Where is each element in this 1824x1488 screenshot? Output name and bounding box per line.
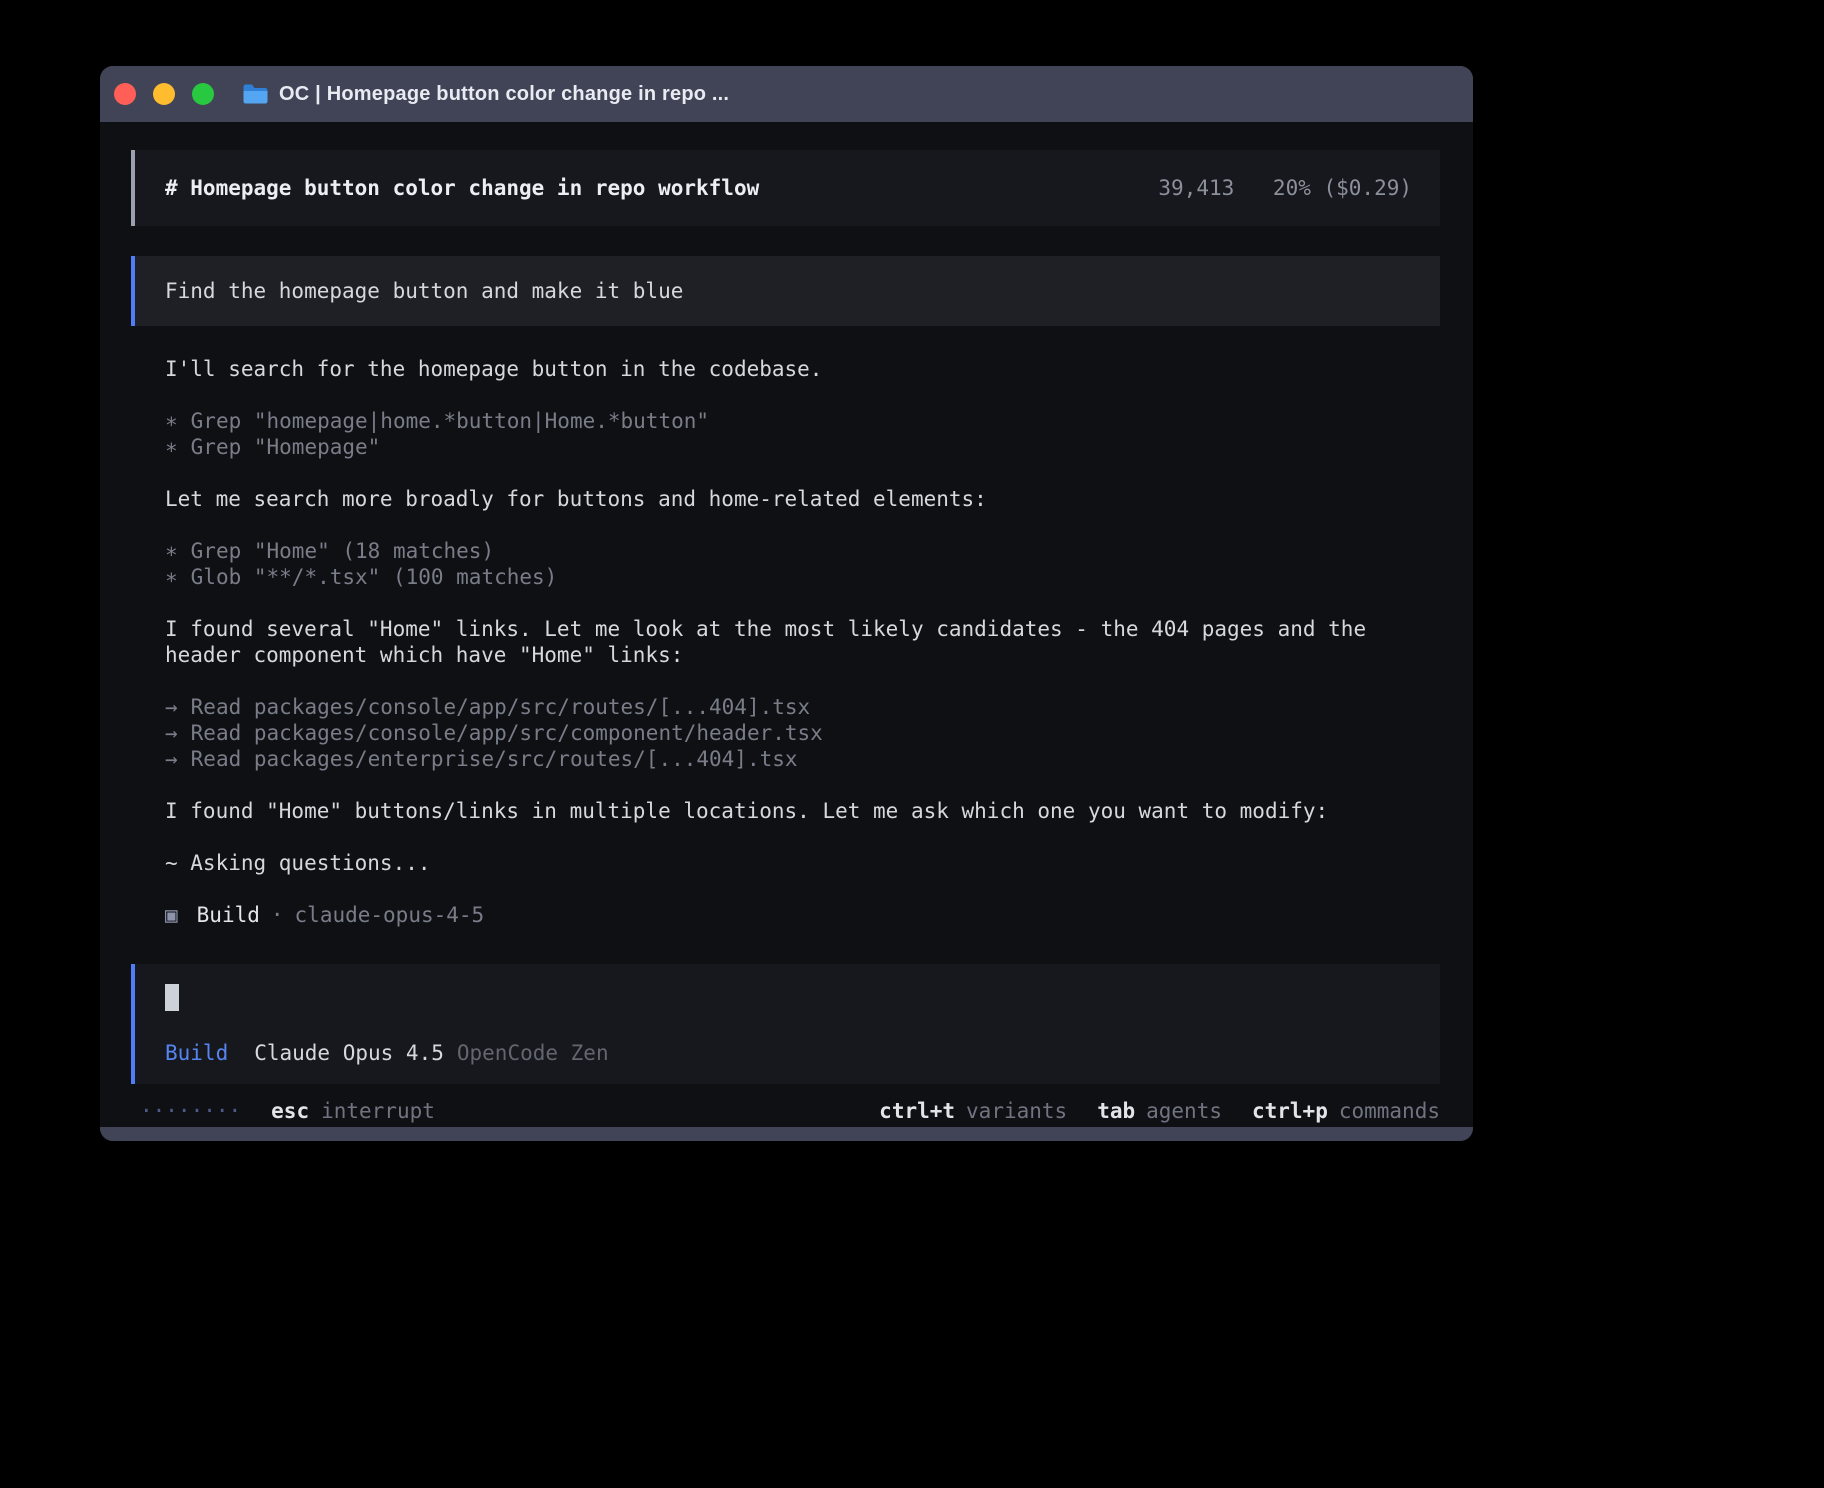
tool-call-read: → Read packages/enterprise/src/routes/[..… xyxy=(165,746,1376,772)
titlebar: OC | Homepage button color change in rep… xyxy=(100,66,1473,122)
assistant-paragraph: Let me search more broadly for buttons a… xyxy=(165,486,1376,512)
shortcut-key: ctrl+t xyxy=(879,1099,955,1123)
provider-label: OpenCode Zen xyxy=(457,1040,609,1066)
token-count: 39,413 xyxy=(1158,176,1234,200)
session-title: # Homepage button color change in repo w… xyxy=(165,175,759,201)
assistant-paragraph: I'll search for the homepage button in t… xyxy=(165,356,1376,382)
window-bottom-edge xyxy=(100,1127,1473,1141)
terminal-window: OC | Homepage button color change in rep… xyxy=(100,66,1473,1141)
shortcut-label: variants xyxy=(966,1099,1067,1123)
mode-label: Build xyxy=(165,1040,228,1066)
tool-call-text: Read packages/console/app/src/component/… xyxy=(191,721,823,745)
tool-call-grep: ∗ Grep "Homepage" xyxy=(165,434,1376,460)
tool-call-text: Grep "Homepage" xyxy=(191,435,381,459)
status-bar: ········ esc interrupt ctrl+t variants ta… xyxy=(131,1098,1440,1124)
tool-call-glob: ∗ Glob "**/*.tsx" (100 matches) xyxy=(165,564,1376,590)
assistant-paragraph: I found "Home" buttons/links in multiple… xyxy=(165,798,1376,824)
tool-asterisk-icon: ∗ xyxy=(165,409,178,433)
shortcut-key: tab xyxy=(1097,1099,1135,1123)
session-header: # Homepage button color change in repo w… xyxy=(131,150,1440,226)
assistant-text: Let me search more broadly for buttons a… xyxy=(165,486,1376,512)
agent-model: claude-opus-4-5 xyxy=(295,902,485,928)
tool-call-text: Glob "**/*.tsx" (100 matches) xyxy=(191,565,558,589)
shortcut-key: ctrl+p xyxy=(1252,1099,1328,1123)
shortcut-label: agents xyxy=(1146,1099,1222,1123)
window-controls xyxy=(114,83,214,105)
status-line: ~ Asking questions... xyxy=(165,850,1376,876)
arrow-right-icon: → xyxy=(165,695,178,719)
tool-call-group: → Read packages/console/app/src/routes/[.… xyxy=(165,694,1376,772)
prompt-input[interactable]: Build Claude Opus 4.5 OpenCode Zen xyxy=(131,964,1440,1084)
shortcut-agents: tab agents xyxy=(1097,1098,1222,1124)
agent-name: Build xyxy=(197,902,260,928)
spinner-dots: ········ xyxy=(140,1098,241,1124)
tool-call-text: Grep "Home" (18 matches) xyxy=(191,539,494,563)
tool-call-group: ∗ Grep "homepage|home.*button|Home.*butto… xyxy=(165,408,1376,460)
esc-key-hint: esc xyxy=(271,1098,309,1124)
shortcut-commands: ctrl+p commands xyxy=(1252,1098,1440,1124)
text-cursor xyxy=(165,984,179,1011)
tool-call-text: Read packages/enterprise/src/routes/[...… xyxy=(191,747,798,771)
tool-asterisk-icon: ∗ xyxy=(165,435,178,459)
tool-call-read: → Read packages/console/app/src/routes/[.… xyxy=(165,694,1376,720)
status-bar-left: ········ esc interrupt xyxy=(140,1098,435,1124)
window-title: OC | Homepage button color change in rep… xyxy=(279,83,729,106)
tool-call-read: → Read packages/console/app/src/component… xyxy=(165,720,1376,746)
asking-questions-status: ~ Asking questions... xyxy=(165,850,1376,876)
user-message: Find the homepage button and make it blu… xyxy=(131,256,1440,326)
zoom-button[interactable] xyxy=(192,83,214,105)
shortcut-variants: ctrl+t variants xyxy=(879,1098,1067,1124)
tool-asterisk-icon: ∗ xyxy=(165,539,178,563)
terminal-content: # Homepage button color change in repo w… xyxy=(100,122,1473,1127)
status-bar-right: ctrl+t variants tab agents ctrl+p commands xyxy=(879,1098,1440,1124)
tool-call-grep: ∗ Grep "Home" (18 matches) xyxy=(165,538,1376,564)
assistant-text: I found several "Home" links. Let me loo… xyxy=(165,616,1376,668)
separator-dot: · xyxy=(271,902,284,928)
folder-icon xyxy=(242,83,269,105)
input-meta-row: Build Claude Opus 4.5 OpenCode Zen xyxy=(165,1040,1412,1066)
assistant-text: I found "Home" buttons/links in multiple… xyxy=(165,798,1376,824)
agent-square-icon: ▣ xyxy=(165,902,178,928)
tool-call-text: Grep "homepage|home.*button|Home.*button… xyxy=(191,409,709,433)
arrow-right-icon: → xyxy=(165,747,178,771)
close-button[interactable] xyxy=(114,83,136,105)
esc-action-label: interrupt xyxy=(321,1098,435,1124)
model-label: Claude Opus 4.5 xyxy=(254,1040,444,1066)
assistant-response: I'll search for the homepage button in t… xyxy=(131,356,1440,928)
assistant-paragraph: I found several "Home" links. Let me loo… xyxy=(165,616,1376,668)
arrow-right-icon: → xyxy=(165,721,178,745)
assistant-text: I'll search for the homepage button in t… xyxy=(165,356,1376,382)
minimize-button[interactable] xyxy=(153,83,175,105)
tool-asterisk-icon: ∗ xyxy=(165,565,178,589)
tool-call-text: Read packages/console/app/src/routes/[..… xyxy=(191,695,811,719)
user-message-text: Find the homepage button and make it blu… xyxy=(165,278,683,304)
tool-call-group: ∗ Grep "Home" (18 matches) ∗ Glob "**/*.ts… xyxy=(165,538,1376,590)
agent-status-line: ▣ Build · claude-opus-4-5 xyxy=(165,902,1376,928)
shortcut-label: commands xyxy=(1339,1099,1440,1123)
tool-call-grep: ∗ Grep "homepage|home.*button|Home.*butto… xyxy=(165,408,1376,434)
context-usage: 20% ($0.29) xyxy=(1273,176,1412,200)
session-stats: 39,413 20% ($0.29) xyxy=(1158,175,1412,201)
